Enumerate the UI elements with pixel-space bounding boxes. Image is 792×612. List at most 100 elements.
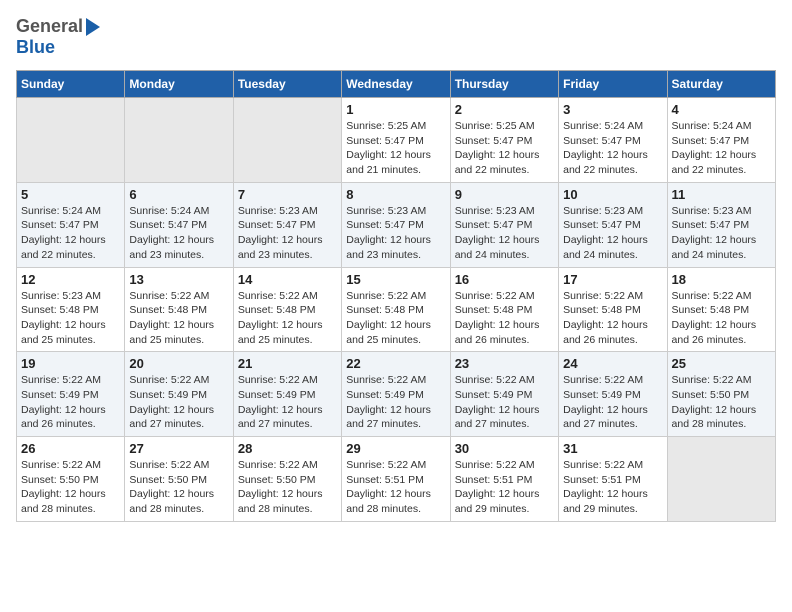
day-cell: 19Sunrise: 5:22 AMSunset: 5:49 PMDayligh… <box>17 352 125 437</box>
day-number: 27 <box>129 441 228 456</box>
week-row-1: 1 Sunrise: 5:25 AMSunset: 5:47 PMDaylight… <box>17 98 776 183</box>
day-number: 29 <box>346 441 445 456</box>
day-cell: 8Sunrise: 5:23 AMSunset: 5:47 PMDaylight… <box>342 182 450 267</box>
day-cell: 16 Sunrise: 5:22 AMSunset: 5:48 PMDayligh… <box>450 267 558 352</box>
day-info: Sunrise: 5:22 AMSunset: 5:49 PMDaylight:… <box>129 373 228 432</box>
day-info: Sunrise: 5:22 AMSunset: 5:49 PMDaylight:… <box>346 373 445 432</box>
day-info: Sunrise: 5:22 AMSunset: 5:50 PMDaylight:… <box>238 458 337 517</box>
day-cell: 14Sunrise: 5:22 AMSunset: 5:48 PMDayligh… <box>233 267 341 352</box>
calendar-table: SundayMondayTuesdayWednesdayThursdayFrid… <box>16 70 776 522</box>
day-info: Sunrise: 5:22 AMSunset: 5:49 PMDaylight:… <box>563 373 662 432</box>
day-info: Sunrise: 5:22 AMSunset: 5:48 PMDaylight:… <box>129 289 228 348</box>
day-info: Sunrise: 5:25 AMSunset: 5:47 PMDaylight:… <box>346 119 445 178</box>
day-info: Sunrise: 5:24 AMSunset: 5:47 PMDaylight:… <box>21 204 120 263</box>
day-number: 31 <box>563 441 662 456</box>
day-number: 2 <box>455 102 554 117</box>
day-info: Sunrise: 5:22 AMSunset: 5:50 PMDaylight:… <box>129 458 228 517</box>
day-cell: 21Sunrise: 5:22 AMSunset: 5:49 PMDayligh… <box>233 352 341 437</box>
day-cell: 18Sunrise: 5:22 AMSunset: 5:48 PMDayligh… <box>667 267 775 352</box>
day-info: Sunrise: 5:22 AMSunset: 5:51 PMDaylight:… <box>563 458 662 517</box>
day-info: Sunrise: 5:22 AMSunset: 5:50 PMDaylight:… <box>672 373 771 432</box>
weekday-header-wednesday: Wednesday <box>342 71 450 98</box>
day-number: 8 <box>346 187 445 202</box>
day-cell: 17 Sunrise: 5:22 AMSunset: 5:48 PMDayligh… <box>559 267 667 352</box>
logo-arrow-icon <box>86 18 100 36</box>
day-cell: 22Sunrise: 5:22 AMSunset: 5:49 PMDayligh… <box>342 352 450 437</box>
day-number: 3 <box>563 102 662 117</box>
day-cell: 28 Sunrise: 5:22 AMSunset: 5:50 PMDayligh… <box>233 437 341 522</box>
week-row-5: 26 Sunrise: 5:22 AMSunset: 5:50 PMDayligh… <box>17 437 776 522</box>
day-number: 15 <box>346 272 445 287</box>
day-info: Sunrise: 5:22 AMSunset: 5:48 PMDaylight:… <box>238 289 337 348</box>
day-cell: 13 Sunrise: 5:22 AMSunset: 5:48 PMDayligh… <box>125 267 233 352</box>
day-cell: 23 Sunrise: 5:22 AMSunset: 5:49 PMDayligh… <box>450 352 558 437</box>
day-cell: 24 Sunrise: 5:22 AMSunset: 5:49 PMDayligh… <box>559 352 667 437</box>
day-cell: 15 Sunrise: 5:22 AMSunset: 5:48 PMDayligh… <box>342 267 450 352</box>
day-number: 5 <box>21 187 120 202</box>
day-number: 28 <box>238 441 337 456</box>
day-cell: 1 Sunrise: 5:25 AMSunset: 5:47 PMDaylight… <box>342 98 450 183</box>
day-cell <box>17 98 125 183</box>
day-info: Sunrise: 5:22 AMSunset: 5:49 PMDaylight:… <box>238 373 337 432</box>
day-number: 23 <box>455 356 554 371</box>
day-number: 26 <box>21 441 120 456</box>
day-cell <box>125 98 233 183</box>
day-number: 16 <box>455 272 554 287</box>
day-info: Sunrise: 5:22 AMSunset: 5:48 PMDaylight:… <box>563 289 662 348</box>
day-info: Sunrise: 5:22 AMSunset: 5:48 PMDaylight:… <box>346 289 445 348</box>
day-info: Sunrise: 5:24 AMSunset: 5:47 PMDaylight:… <box>672 119 771 178</box>
day-number: 19 <box>21 356 120 371</box>
day-number: 17 <box>563 272 662 287</box>
day-number: 20 <box>129 356 228 371</box>
day-cell: 4 Sunrise: 5:24 AMSunset: 5:47 PMDaylight… <box>667 98 775 183</box>
day-number: 24 <box>563 356 662 371</box>
day-info: Sunrise: 5:24 AMSunset: 5:47 PMDaylight:… <box>563 119 662 178</box>
weekday-header-friday: Friday <box>559 71 667 98</box>
day-info: Sunrise: 5:22 AMSunset: 5:50 PMDaylight:… <box>21 458 120 517</box>
day-cell: 29 Sunrise: 5:22 AMSunset: 5:51 PMDayligh… <box>342 437 450 522</box>
day-number: 11 <box>672 187 771 202</box>
day-cell: 31 Sunrise: 5:22 AMSunset: 5:51 PMDayligh… <box>559 437 667 522</box>
day-cell: 5 Sunrise: 5:24 AMSunset: 5:47 PMDaylight… <box>17 182 125 267</box>
day-cell: 11 Sunrise: 5:23 AMSunset: 5:47 PMDayligh… <box>667 182 775 267</box>
day-info: Sunrise: 5:25 AMSunset: 5:47 PMDaylight:… <box>455 119 554 178</box>
day-cell: 7 Sunrise: 5:23 AMSunset: 5:47 PMDaylight… <box>233 182 341 267</box>
day-cell: 2 Sunrise: 5:25 AMSunset: 5:47 PMDaylight… <box>450 98 558 183</box>
logo: General Blue <box>16 16 100 58</box>
day-cell <box>233 98 341 183</box>
day-number: 18 <box>672 272 771 287</box>
weekday-header-tuesday: Tuesday <box>233 71 341 98</box>
day-cell: 25 Sunrise: 5:22 AMSunset: 5:50 PMDayligh… <box>667 352 775 437</box>
day-info: Sunrise: 5:22 AMSunset: 5:49 PMDaylight:… <box>455 373 554 432</box>
day-number: 12 <box>21 272 120 287</box>
day-cell: 6Sunrise: 5:24 AMSunset: 5:47 PMDaylight… <box>125 182 233 267</box>
day-info: Sunrise: 5:23 AMSunset: 5:48 PMDaylight:… <box>21 289 120 348</box>
day-cell: 27 Sunrise: 5:22 AMSunset: 5:50 PMDayligh… <box>125 437 233 522</box>
day-number: 6 <box>129 187 228 202</box>
day-cell: 20 Sunrise: 5:22 AMSunset: 5:49 PMDayligh… <box>125 352 233 437</box>
day-number: 13 <box>129 272 228 287</box>
logo-blue: Blue <box>16 37 55 57</box>
day-cell: 30Sunrise: 5:22 AMSunset: 5:51 PMDayligh… <box>450 437 558 522</box>
day-info: Sunrise: 5:23 AMSunset: 5:47 PMDaylight:… <box>238 204 337 263</box>
weekday-header-saturday: Saturday <box>667 71 775 98</box>
day-number: 9 <box>455 187 554 202</box>
weekday-header-row: SundayMondayTuesdayWednesdayThursdayFrid… <box>17 71 776 98</box>
day-cell: 3 Sunrise: 5:24 AMSunset: 5:47 PMDaylight… <box>559 98 667 183</box>
day-info: Sunrise: 5:23 AMSunset: 5:47 PMDaylight:… <box>672 204 771 263</box>
day-number: 4 <box>672 102 771 117</box>
day-info: Sunrise: 5:22 AMSunset: 5:51 PMDaylight:… <box>346 458 445 517</box>
weekday-header-sunday: Sunday <box>17 71 125 98</box>
day-info: Sunrise: 5:23 AMSunset: 5:47 PMDaylight:… <box>455 204 554 263</box>
day-cell: 26 Sunrise: 5:22 AMSunset: 5:50 PMDayligh… <box>17 437 125 522</box>
day-cell: 9 Sunrise: 5:23 AMSunset: 5:47 PMDaylight… <box>450 182 558 267</box>
day-number: 25 <box>672 356 771 371</box>
day-cell <box>667 437 775 522</box>
logo-general: General <box>16 16 83 37</box>
day-number: 1 <box>346 102 445 117</box>
day-number: 7 <box>238 187 337 202</box>
day-cell: 12 Sunrise: 5:23 AMSunset: 5:48 PMDayligh… <box>17 267 125 352</box>
day-info: Sunrise: 5:22 AMSunset: 5:48 PMDaylight:… <box>455 289 554 348</box>
weekday-header-monday: Monday <box>125 71 233 98</box>
day-cell: 10Sunrise: 5:23 AMSunset: 5:47 PMDayligh… <box>559 182 667 267</box>
